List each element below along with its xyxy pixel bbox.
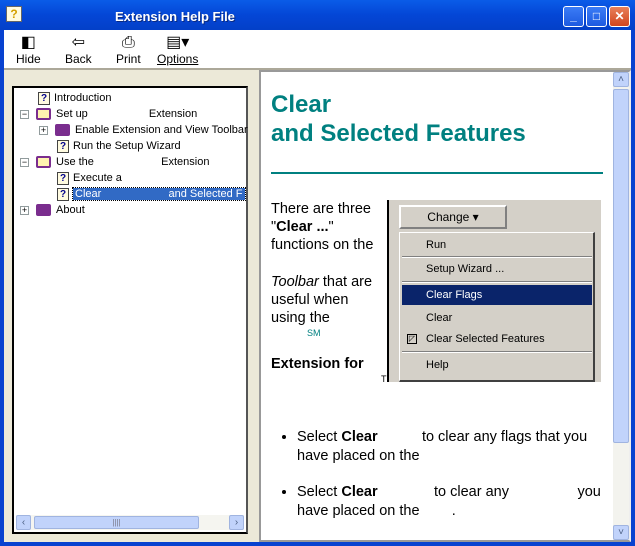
heading-line-1: Clear bbox=[271, 91, 332, 118]
text: Select bbox=[297, 429, 342, 445]
collapse-icon[interactable]: − bbox=[20, 158, 29, 167]
hide-button[interactable]: ◧ Hide bbox=[16, 34, 41, 66]
expand-icon[interactable]: + bbox=[20, 206, 29, 215]
tree-item-setup-wizard[interactable]: ? Run the Setup Wizard bbox=[57, 138, 181, 154]
tree-item-label: About bbox=[56, 204, 85, 216]
topic-heading: Clear and Selected Features bbox=[271, 90, 526, 148]
text-line: There are three bbox=[271, 201, 371, 217]
scroll-thumb[interactable]: |||| bbox=[34, 516, 199, 529]
help-page-icon: ? bbox=[57, 171, 69, 185]
menu-separator bbox=[402, 256, 592, 258]
book-closed-icon bbox=[36, 204, 51, 217]
menu-screenshot: Change ▾ Run Setup Wizard ... Clear Flag… bbox=[387, 200, 601, 382]
bullet-item: Select Clear to clear any you have place… bbox=[297, 483, 607, 521]
tree-item-about[interactable]: About bbox=[36, 202, 85, 218]
change-menu: Run Setup Wizard ... Clear Flags Clear ◸… bbox=[399, 232, 595, 382]
text-line: useful when bbox=[271, 292, 349, 308]
book-open-icon bbox=[36, 156, 51, 169]
bold-text: Clear bbox=[341, 429, 378, 445]
book-open-icon bbox=[36, 108, 51, 121]
tree-item-label: Execute a bbox=[73, 172, 122, 184]
horizontal-scrollbar[interactable]: ‹ |||| › bbox=[16, 515, 244, 530]
topic-pane: Clear and Selected Features There are thr… bbox=[259, 70, 631, 542]
tree-item-use-the-extension[interactable]: Use the Extension bbox=[36, 154, 209, 170]
bullet-item: Select Clear to clear any flags that you… bbox=[297, 428, 607, 466]
menu-separator bbox=[402, 281, 592, 283]
maximize-button[interactable]: □ bbox=[586, 6, 607, 27]
tree-item-execute[interactable]: ? Execute a bbox=[57, 170, 122, 186]
collapse-icon[interactable]: − bbox=[20, 110, 29, 119]
tree-item-enable-extension[interactable]: Enable Extension and View Toolbar bbox=[55, 122, 248, 138]
bold-text: Clear ... bbox=[276, 219, 329, 235]
back-arrow-icon: ⇦ bbox=[71, 34, 86, 51]
menu-item-clear-flags: Clear Flags bbox=[402, 285, 592, 305]
tree-item-clear-selected[interactable]: ? Clear and Selected F bbox=[57, 186, 246, 202]
help-window: ◧ Hide ⇦ Back ⎙ Print ▤▾ Options ? Introducti… bbox=[4, 30, 631, 542]
title-bar: ? Extension Help File _ □ ✕ bbox=[0, 0, 635, 30]
tree-item-label: Set up Extension bbox=[56, 108, 198, 120]
print-button[interactable]: ⎙ Print bbox=[116, 34, 141, 66]
options-icon: ▤▾ bbox=[166, 34, 190, 51]
help-page-icon: ? bbox=[57, 187, 69, 201]
toolbar: ◧ Hide ⇦ Back ⎙ Print ▤▾ Options bbox=[4, 30, 631, 70]
italic-text: Toolbar bbox=[271, 274, 319, 290]
bullet-list: Select Clear to clear any flags that you… bbox=[297, 428, 607, 538]
back-button[interactable]: ⇦ Back bbox=[65, 34, 92, 66]
heading-line-2: and Selected Features bbox=[271, 120, 526, 147]
topic-content: Clear and Selected Features There are thr… bbox=[261, 72, 615, 540]
tree-item-introduction[interactable]: ? Introduction bbox=[38, 90, 111, 106]
book-closed-icon bbox=[55, 124, 70, 137]
contents-tree: ? Introduction − Set up Extension + Enabl… bbox=[12, 86, 248, 534]
heading-divider bbox=[271, 172, 603, 174]
vertical-scrollbar[interactable]: ˄ ˅ bbox=[613, 72, 629, 540]
close-button[interactable]: ✕ bbox=[609, 6, 630, 27]
expand-icon[interactable]: + bbox=[39, 126, 48, 135]
tree-item-label: Enable Extension and View Toolbar bbox=[75, 124, 248, 136]
change-button: Change ▾ bbox=[399, 205, 507, 229]
text-line: Extension for bbox=[271, 356, 364, 372]
intro-paragraph: There are three "Clear ..." functions on… bbox=[271, 200, 394, 385]
scroll-right-icon[interactable]: › bbox=[229, 515, 244, 530]
text-line: "Clear ..." bbox=[271, 218, 394, 236]
back-label: Back bbox=[65, 52, 92, 66]
help-page-icon: ? bbox=[38, 91, 50, 105]
service-mark: SM bbox=[307, 328, 321, 338]
help-file-icon: ? bbox=[6, 6, 22, 22]
help-page-icon: ? bbox=[57, 139, 69, 153]
tree-item-label: Use the Extension bbox=[56, 156, 210, 168]
scroll-up-icon[interactable]: ˄ bbox=[613, 72, 629, 87]
change-label: Change bbox=[427, 210, 470, 224]
hide-label: Hide bbox=[16, 52, 41, 66]
text: Select bbox=[297, 484, 342, 500]
bold-text: Clear bbox=[341, 484, 378, 500]
text-line: using the bbox=[271, 310, 330, 326]
scroll-down-icon[interactable]: ˅ bbox=[613, 525, 629, 540]
menu-item-setup-wizard: Setup Wizard ... bbox=[426, 263, 505, 275]
print-label: Print bbox=[116, 52, 141, 66]
text-line: functions on the bbox=[271, 237, 374, 253]
menu-item-clear-selected-features: Clear Selected Features bbox=[426, 333, 545, 345]
printer-icon: ⎙ bbox=[121, 34, 135, 51]
text: that are bbox=[318, 274, 373, 290]
tree-item-set-up[interactable]: Set up Extension bbox=[36, 106, 197, 122]
options-label: Options bbox=[157, 52, 199, 66]
navigation-pane: ? Introduction − Set up Extension + Enabl… bbox=[4, 70, 256, 542]
hide-pane-icon: ◧ bbox=[20, 34, 36, 51]
menu-item-clear: Clear bbox=[426, 312, 453, 324]
scroll-thumb[interactable] bbox=[613, 89, 629, 443]
quote: " bbox=[328, 219, 334, 235]
menu-item-help: Help bbox=[426, 359, 449, 371]
options-button[interactable]: ▤▾ Options bbox=[157, 34, 198, 66]
trademark: TM bbox=[271, 373, 394, 385]
minimize-button[interactable]: _ bbox=[563, 6, 584, 27]
tree-item-label: Introduction bbox=[54, 92, 112, 104]
window-title: Extension Help File bbox=[115, 9, 235, 24]
scroll-left-icon[interactable]: ‹ bbox=[16, 515, 31, 530]
tree-item-label: Run the Setup Wizard bbox=[73, 140, 181, 152]
menu-separator bbox=[402, 351, 592, 353]
tree-item-label: Clear and Selected F bbox=[72, 187, 246, 201]
text-line: Toolbar that are bbox=[271, 273, 394, 291]
menu-item-run: Run bbox=[426, 239, 447, 251]
